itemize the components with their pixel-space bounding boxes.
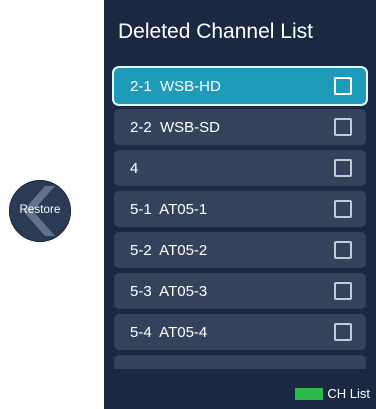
channel-checkbox[interactable]	[334, 118, 352, 136]
channel-checkbox[interactable]	[334, 159, 352, 177]
channel-item[interactable]: 5-2 AT05-2	[114, 232, 366, 268]
panel-title: Deleted Channel List	[118, 20, 313, 43]
footer-bar: CH List	[104, 377, 376, 409]
channel-item[interactable]: 4	[114, 150, 366, 186]
ch-list-hint[interactable]: CH List	[295, 386, 370, 401]
restore-label: Restore	[19, 204, 61, 216]
channel-label: 5-2 AT05-2	[130, 242, 208, 259]
channel-checkbox[interactable]	[334, 77, 352, 95]
channel-label: 2-1 WSB-HD	[130, 78, 221, 95]
channel-item[interactable]: 5-1 AT05-1	[114, 191, 366, 227]
channel-list: 2-1 WSB-HD 2-2 WSB-SD 4 5-1 AT05-1 5-2 A…	[114, 68, 366, 374]
channel-item-partial[interactable]	[114, 355, 366, 369]
channel-checkbox[interactable]	[334, 241, 352, 259]
green-key-icon	[295, 387, 324, 400]
deleted-channel-panel: Deleted Channel List 2-1 WSB-HD 2-2 WSB-…	[104, 0, 376, 409]
channel-label: 5-4 AT05-4	[130, 324, 208, 341]
channel-item[interactable]: 2-1 WSB-HD	[114, 68, 366, 104]
channel-item[interactable]: 5-3 AT05-3	[114, 273, 366, 309]
restore-button[interactable]: Restore	[9, 180, 71, 242]
channel-label: 2-2 WSB-SD	[130, 119, 221, 136]
channel-checkbox[interactable]	[334, 282, 352, 300]
channel-label: 4	[130, 160, 139, 177]
channel-item[interactable]: 2-2 WSB-SD	[114, 109, 366, 145]
channel-item[interactable]: 5-4 AT05-4	[114, 314, 366, 350]
channel-label: 5-1 AT05-1	[130, 201, 208, 218]
channel-checkbox[interactable]	[334, 323, 352, 341]
channel-label: 5-3 AT05-3	[130, 283, 208, 300]
tv-menu-screen: Restore Deleted Channel List 2-1 WSB-HD …	[0, 0, 376, 409]
channel-checkbox[interactable]	[334, 200, 352, 218]
ch-list-label: CH List	[327, 386, 370, 401]
